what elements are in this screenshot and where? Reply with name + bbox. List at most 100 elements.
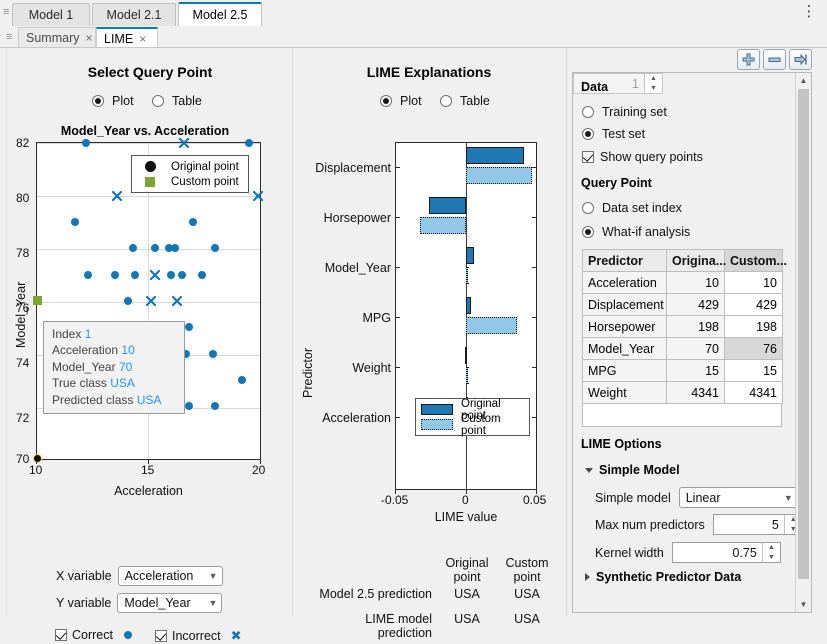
scatter-custom-point[interactable] bbox=[33, 296, 42, 305]
spinner-down-icon[interactable]: ▼ bbox=[645, 84, 662, 94]
tab-summary[interactable]: Summary × bbox=[18, 27, 96, 48]
lime-bar-displacement-custom[interactable] bbox=[466, 167, 532, 184]
simple-model-group-toggle[interactable]: Simple Model bbox=[585, 463, 680, 477]
scatter-point-correct[interactable] bbox=[167, 271, 175, 279]
query-point-table-blank-row[interactable] bbox=[582, 403, 782, 427]
lime-view-plot-radio[interactable]: Plot bbox=[380, 94, 422, 108]
table-row[interactable]: Displacement429429 bbox=[583, 294, 783, 316]
lime-bar-weight-original[interactable] bbox=[465, 347, 467, 364]
collapse-panel-button[interactable] bbox=[789, 49, 812, 70]
chevron-down-icon: ▼ bbox=[784, 493, 793, 503]
y-variable-dropdown[interactable]: Model_Year ▼ bbox=[117, 593, 222, 613]
scatter-point-incorrect[interactable] bbox=[179, 138, 189, 148]
radio-icon bbox=[152, 95, 164, 107]
lime-bar-horsepower-custom[interactable] bbox=[420, 217, 466, 234]
scatter-original-point[interactable] bbox=[33, 454, 42, 463]
scatter-point-incorrect[interactable] bbox=[146, 296, 156, 306]
data-set-index-radio[interactable]: Data set index bbox=[582, 201, 682, 215]
scatter-point-incorrect[interactable] bbox=[112, 191, 122, 201]
x-variable-dropdown[interactable]: Acceleration ▼ bbox=[118, 566, 223, 586]
scatter-point-incorrect[interactable] bbox=[150, 270, 160, 280]
kernel-width-spinner[interactable]: 0.75 ▲ ▼ bbox=[672, 542, 781, 563]
scatter-point-correct[interactable] bbox=[185, 323, 193, 331]
scatter-point-correct[interactable] bbox=[245, 139, 253, 147]
show-query-points-checkbox[interactable]: Show query points bbox=[582, 150, 703, 164]
scatter-point-correct[interactable] bbox=[178, 271, 186, 279]
table-row[interactable]: Model_Year7076 bbox=[583, 338, 783, 360]
simple-model-dropdown[interactable]: Linear ▼ bbox=[679, 487, 798, 508]
table-row[interactable]: MPG1515 bbox=[583, 360, 783, 382]
lime-bar-mpg-original[interactable] bbox=[466, 297, 471, 314]
scatter-point-correct[interactable] bbox=[171, 244, 179, 252]
scatter-point-correct[interactable] bbox=[209, 350, 217, 358]
left-view-table-radio[interactable]: Table bbox=[152, 94, 202, 108]
lime-xtick-0: 0 bbox=[462, 493, 469, 507]
scrollbar-thumb[interactable] bbox=[798, 89, 809, 579]
model-tab-model-25[interactable]: Model 2.5 bbox=[178, 2, 262, 26]
close-icon[interactable]: × bbox=[139, 32, 146, 46]
scrollbar-up-icon[interactable]: ▲ bbox=[796, 73, 811, 88]
scatter-point-correct[interactable] bbox=[71, 218, 79, 226]
close-icon[interactable]: × bbox=[85, 31, 92, 45]
training-set-radio[interactable]: Training set bbox=[582, 105, 667, 119]
right-panel-scrollbar[interactable]: ▲ ▼ bbox=[795, 73, 811, 612]
lime-bar-horsepower-original[interactable] bbox=[429, 197, 466, 214]
cell-custom-value[interactable]: 15 bbox=[725, 360, 783, 382]
test-set-radio[interactable]: Test set bbox=[582, 127, 645, 141]
what-if-analysis-radio[interactable]: What-if analysis bbox=[582, 225, 690, 239]
incorrect-checkbox[interactable]: Incorrect ✖ bbox=[155, 628, 242, 644]
lime-view-table-radio[interactable]: Table bbox=[440, 94, 490, 108]
scatter-plot-area[interactable]: Original point Custom point Index 1 Acce… bbox=[36, 142, 261, 460]
tab-overflow-menu-button[interactable]: ⋮ bbox=[800, 3, 818, 23]
spinner-up-icon[interactable]: ▲ bbox=[763, 543, 780, 553]
model-tab-model-1[interactable]: Model 1 bbox=[12, 3, 90, 26]
cell-custom-value[interactable]: 429 bbox=[725, 294, 783, 316]
model-tab-model-21[interactable]: Model 2.1 bbox=[92, 3, 176, 26]
spinner-arrows[interactable]: ▲ ▼ bbox=[644, 74, 662, 93]
lime-plot-area[interactable]: Original point Custom point bbox=[395, 142, 537, 490]
correct-checkbox[interactable]: Correct bbox=[55, 628, 132, 642]
cell-custom-value[interactable]: 76 bbox=[725, 338, 783, 360]
lime-bar-model-year-custom[interactable] bbox=[466, 267, 468, 284]
cell-custom-value[interactable]: 10 bbox=[725, 272, 783, 294]
scrollbar-down-icon[interactable]: ▼ bbox=[796, 597, 811, 612]
cell-custom-value[interactable]: 4341 bbox=[725, 382, 783, 404]
scatter-point-correct[interactable] bbox=[189, 218, 197, 226]
scatter-point-correct[interactable] bbox=[111, 271, 119, 279]
lime-bar-mpg-custom[interactable] bbox=[466, 317, 517, 334]
scatter-point-correct[interactable] bbox=[82, 139, 90, 147]
scatter-point-incorrect[interactable] bbox=[172, 296, 182, 306]
scatter-point-correct[interactable] bbox=[84, 271, 92, 279]
cell-custom-value[interactable]: 198 bbox=[725, 316, 783, 338]
scatter-point-correct[interactable] bbox=[185, 402, 193, 410]
panel-divider-1[interactable] bbox=[292, 48, 293, 616]
lime-bar-weight-custom[interactable] bbox=[466, 367, 468, 384]
spinner-up-icon[interactable]: ▲ bbox=[645, 74, 662, 84]
scatter-point-correct[interactable] bbox=[151, 244, 159, 252]
scatter-point-correct[interactable] bbox=[238, 376, 246, 384]
spinner-down-icon[interactable]: ▼ bbox=[763, 553, 780, 563]
table-row[interactable]: Acceleration1010 bbox=[583, 272, 783, 294]
max-num-predictors-spinner[interactable]: 5 ▲ ▼ bbox=[713, 514, 803, 535]
scatter-point-correct[interactable] bbox=[129, 244, 137, 252]
table-row[interactable]: Weight43414341 bbox=[583, 382, 783, 404]
remove-panel-button[interactable] bbox=[763, 49, 786, 70]
scatter-point-incorrect[interactable] bbox=[253, 191, 263, 201]
synthetic-predictor-data-group-toggle[interactable]: Synthetic Predictor Data bbox=[585, 570, 741, 584]
scatter-point-correct[interactable] bbox=[198, 271, 206, 279]
scatter-point-correct[interactable] bbox=[124, 297, 132, 305]
max-num-predictors-label: Max num predictors bbox=[595, 518, 705, 532]
panel-divider-2[interactable] bbox=[566, 48, 567, 616]
scatter-point-correct[interactable] bbox=[211, 402, 219, 410]
table-row[interactable]: Horsepower198198 bbox=[583, 316, 783, 338]
add-panel-button[interactable] bbox=[737, 49, 760, 70]
scatter-point-correct[interactable] bbox=[211, 244, 219, 252]
spinner-arrows[interactable]: ▲ ▼ bbox=[762, 543, 780, 562]
tab-lime[interactable]: LIME × bbox=[96, 27, 158, 48]
data-section-heading: Data bbox=[581, 80, 608, 94]
query-point-table[interactable]: Predictor Origina... Custom... Accelerat… bbox=[582, 249, 783, 404]
scatter-point-correct[interactable] bbox=[131, 271, 139, 279]
lime-bar-model-year-original[interactable] bbox=[466, 247, 474, 264]
lime-bar-displacement-original[interactable] bbox=[466, 147, 524, 164]
left-view-plot-radio[interactable]: Plot bbox=[92, 94, 134, 108]
